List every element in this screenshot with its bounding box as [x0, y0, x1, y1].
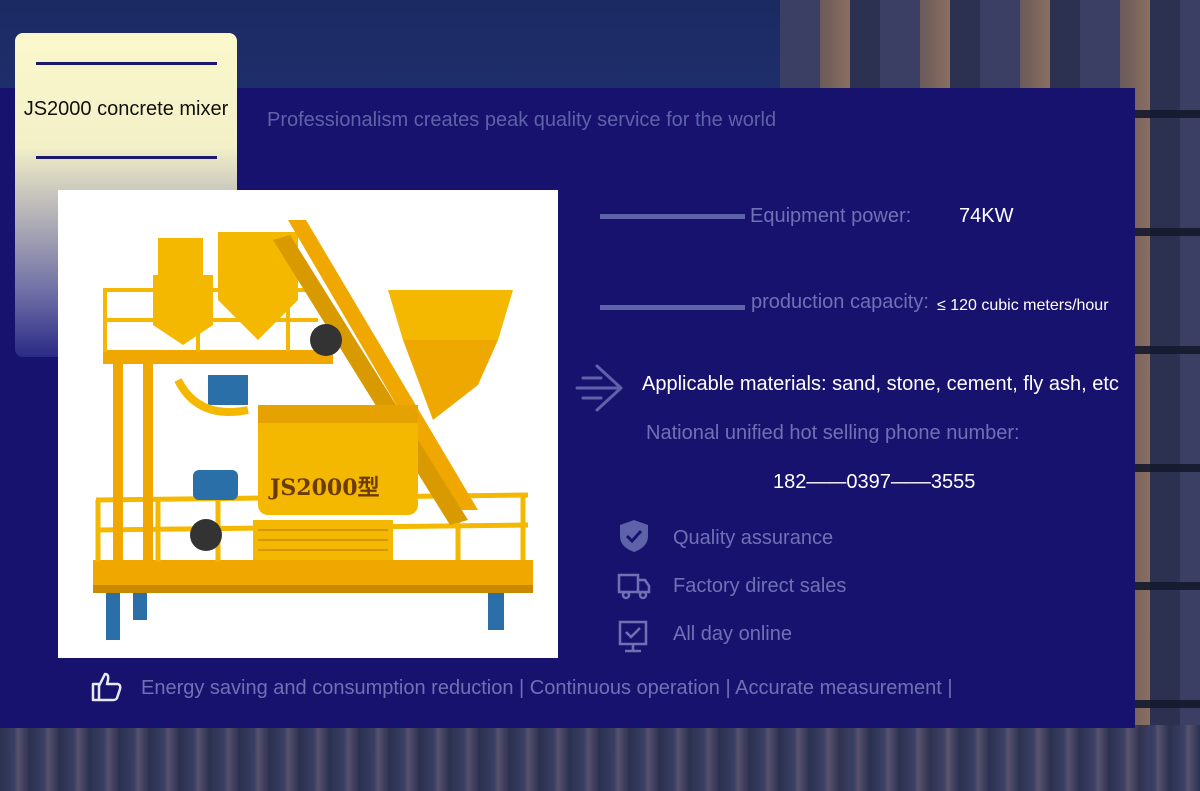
phone-label: National unified hot selling phone numbe… — [646, 422, 1020, 444]
slogan: Professionalism creates peak quality ser… — [267, 109, 777, 131]
capacity-value: ≤ 120 cubic meters/hour — [937, 297, 1109, 314]
product-photo: JS2000型 — [58, 190, 558, 658]
power-value: 74KW — [959, 205, 1014, 227]
spec-divider — [600, 305, 745, 310]
footer-highlights: Energy saving and consumption reduction … — [141, 677, 953, 699]
capacity-label: production capacity: — [751, 291, 929, 313]
feature-quality: Quality assurance — [673, 527, 834, 549]
shield-check-icon — [620, 520, 648, 552]
spec-divider — [600, 214, 745, 219]
product-title: JS2000 concrete mixer — [23, 98, 229, 120]
fast-arrow-icon — [575, 364, 623, 412]
title-bottom-rule — [36, 156, 217, 159]
delivery-truck-icon — [617, 573, 651, 600]
background-city — [0, 725, 1200, 791]
phone-number[interactable]: 182——0397——3555 — [773, 471, 975, 494]
title-top-rule — [36, 62, 217, 65]
feature-factory-direct: Factory direct sales — [673, 575, 847, 597]
thumbs-up-icon — [91, 672, 122, 702]
mixer-marking: JS2000型 — [268, 475, 380, 501]
feature-all-day-online: All day online — [673, 623, 792, 645]
power-label: Equipment power: — [750, 205, 912, 227]
applicable-materials: Applicable materials: sand, stone, cemen… — [642, 373, 1119, 395]
monitor-check-icon — [618, 620, 648, 653]
concrete-mixer-illustration: JS2000型 — [93, 220, 533, 640]
